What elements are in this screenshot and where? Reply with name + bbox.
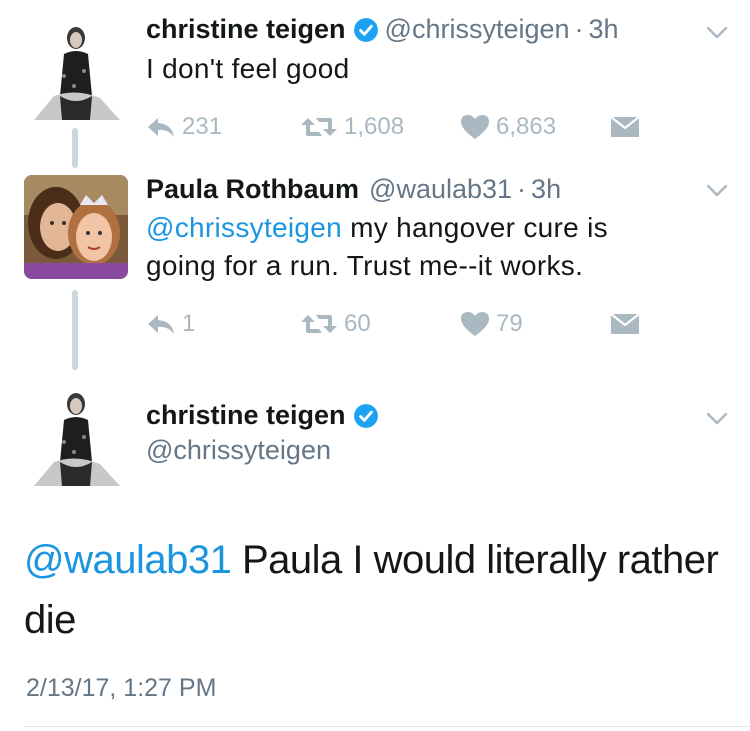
reply-icon (148, 118, 174, 137)
retweet-count: 60 (344, 310, 371, 337)
avatar[interactable] (24, 16, 128, 120)
tweet-header: Paula Rothbaum @waulab31 · 3h (146, 174, 561, 205)
envelope-icon (610, 313, 640, 334)
mention-link[interactable]: @chrissyteigen (146, 212, 342, 243)
separator-dot: · (517, 174, 527, 204)
separator-dot: · (574, 14, 584, 44)
mention-link[interactable]: @waulab31 (24, 538, 232, 582)
reply-icon (148, 315, 174, 334)
display-name[interactable]: christine teigen (146, 400, 346, 431)
display-name[interactable]: Paula Rothbaum (146, 174, 359, 205)
tweet-text: @chrissyteigen my hangover cure is going… (146, 209, 706, 285)
reply-count: 231 (182, 113, 223, 140)
retweet-button[interactable]: 60 (300, 310, 371, 338)
tweet-actions: 231 1,608 6,863 (0, 112, 750, 142)
like-button[interactable]: 6,863 (460, 113, 556, 141)
main-tweet-text: @waulab31 Paula I would literally rather… (24, 530, 724, 650)
retweet-count: 1,608 (344, 113, 405, 140)
like-button[interactable]: 79 (460, 310, 523, 338)
reply-count: 1 (182, 310, 196, 337)
divider (24, 726, 750, 727)
tweet-text: I don't feel good (146, 53, 350, 84)
heart-icon (461, 312, 489, 336)
chevron-down-icon[interactable] (706, 184, 728, 198)
heart-icon (461, 115, 489, 139)
avatar[interactable] (24, 175, 128, 279)
dm-button[interactable] (610, 116, 646, 138)
retweet-button[interactable]: 1,608 (300, 113, 404, 141)
tweet-header: christine teigen (146, 400, 385, 431)
handle[interactable]: @chrissyteigen (146, 435, 331, 466)
display-name[interactable]: christine teigen (146, 14, 346, 45)
chevron-down-icon[interactable] (706, 26, 728, 40)
timestamp[interactable]: 3h (531, 174, 561, 205)
tweet-actions: 1 60 79 (0, 309, 750, 339)
full-timestamp[interactable]: 2/13/17, 1:27 PM (26, 674, 216, 703)
handle[interactable]: @waulab31 (369, 174, 512, 205)
tweet-text-line: going for a run. Trust me--it works. (146, 250, 584, 281)
like-count: 6,863 (496, 113, 557, 140)
retweet-icon (301, 315, 337, 333)
avatar[interactable] (24, 382, 128, 486)
envelope-icon (610, 116, 640, 137)
chevron-down-icon[interactable] (706, 412, 728, 426)
handle[interactable]: @chrissyteigen (385, 14, 570, 45)
verified-badge-icon (353, 403, 378, 428)
reply-button[interactable]: 231 (146, 113, 222, 141)
reply-button[interactable]: 1 (146, 310, 195, 338)
tweet-text-line: my hangover cure is (342, 212, 608, 243)
retweet-icon (301, 118, 337, 136)
timestamp[interactable]: 3h (589, 14, 619, 45)
dm-button[interactable] (610, 313, 646, 335)
handle-line: @chrissyteigen (146, 435, 331, 466)
like-count: 79 (496, 310, 523, 337)
tweet-header: christine teigen @chrissyteigen · 3h (146, 14, 619, 45)
verified-badge-icon (353, 17, 378, 42)
